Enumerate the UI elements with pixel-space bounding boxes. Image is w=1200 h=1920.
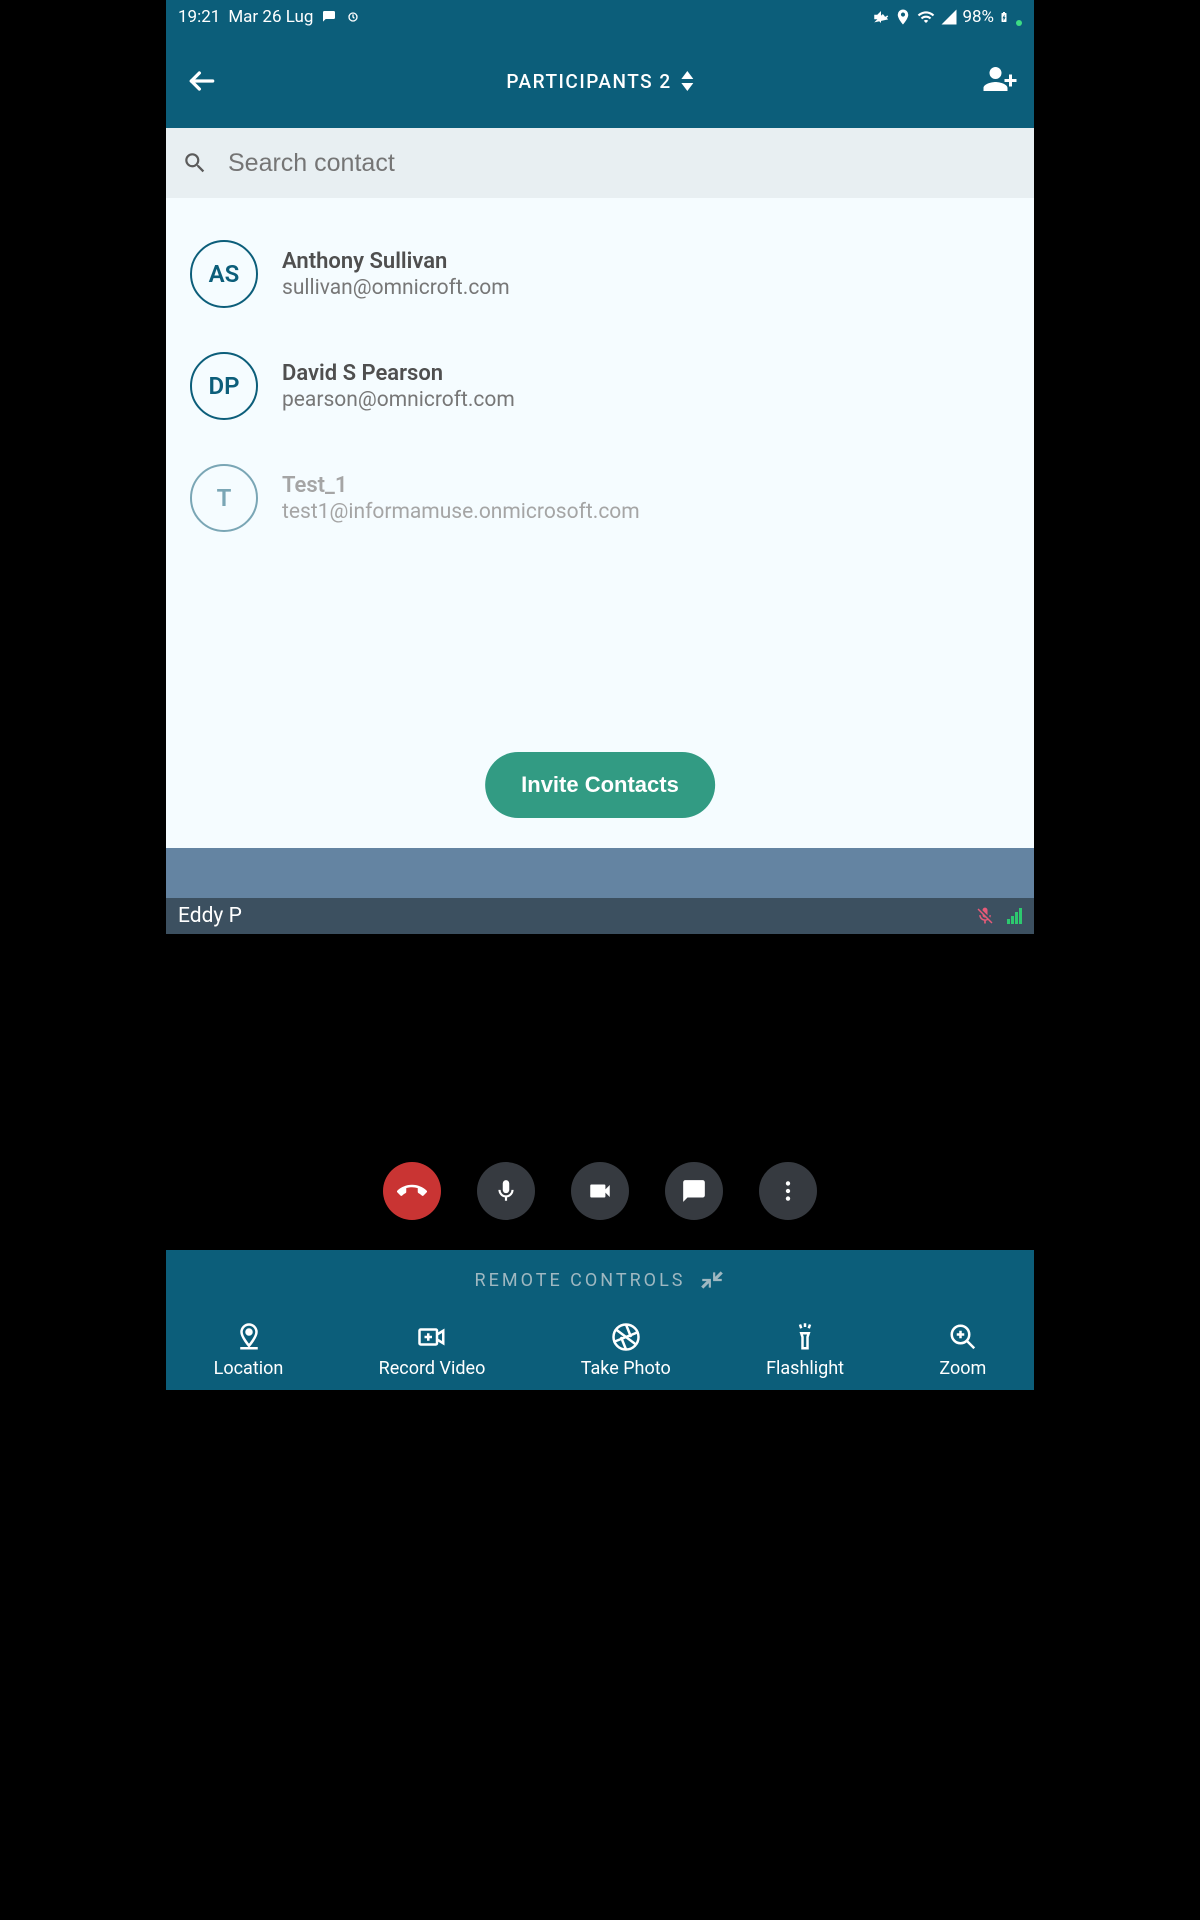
zoom-label: Zoom [939, 1358, 986, 1379]
more-vertical-icon [775, 1178, 801, 1204]
camera-shutter-icon [611, 1322, 641, 1352]
zoom-button[interactable]: Zoom [939, 1322, 986, 1379]
chat-icon [681, 1178, 707, 1204]
contact-name: Anthony Sullivan [282, 249, 510, 274]
participant-name-bar: Eddy P [166, 898, 1034, 934]
signal-strength-icon [1007, 908, 1022, 924]
search-input[interactable] [228, 149, 1018, 178]
recording-dot-icon [1016, 20, 1022, 26]
status-time: 19:21 [178, 7, 220, 27]
video-area: Eddy P [166, 848, 1034, 1250]
contact-email: sullivan@omnicroft.com [282, 276, 510, 300]
chat-button[interactable] [665, 1162, 723, 1220]
cell-signal-icon [940, 8, 958, 26]
phone-hangup-icon [397, 1176, 427, 1206]
chevron-up-icon [682, 71, 694, 79]
contact-row[interactable]: T Test_1test1@informamuse.onmicrosoft.com [166, 442, 1034, 554]
video-button[interactable] [571, 1162, 629, 1220]
mic-muted-icon [975, 906, 995, 926]
page-title[interactable]: PARTICIPANTS 2 [506, 70, 693, 93]
search-icon [182, 150, 208, 176]
avatar: DP [190, 352, 258, 420]
bottom-bar: Location Record Video Take Photo Flashli… [166, 1310, 1034, 1390]
record-video-icon [415, 1322, 449, 1352]
call-controls [383, 1162, 817, 1220]
collapse-icon [699, 1267, 725, 1293]
more-button[interactable] [759, 1162, 817, 1220]
back-button[interactable] [182, 61, 222, 101]
mic-icon [493, 1178, 519, 1204]
participant-name: Eddy P [178, 904, 242, 928]
status-date: Mar 26 Lug [228, 7, 313, 27]
wifi-icon [916, 8, 936, 26]
contact-row[interactable]: AS Anthony Sullivansullivan@omnicroft.com [166, 218, 1034, 330]
avatar: T [190, 464, 258, 532]
add-person-button[interactable] [982, 61, 1018, 101]
location-icon [234, 1322, 264, 1352]
person-add-icon [982, 61, 1018, 97]
contact-email: pearson@omnicroft.com [282, 388, 515, 412]
sync-icon [345, 9, 361, 25]
location-button[interactable]: Location [214, 1322, 284, 1379]
contact-row[interactable]: DP David S Pearsonpearson@omnicroft.com [166, 330, 1034, 442]
save-tray-icon [321, 9, 337, 25]
mute-icon [872, 8, 890, 26]
remote-controls-label: REMOTE CONTROLS [475, 1270, 686, 1291]
remote-controls-toggle[interactable]: REMOTE CONTROLS [166, 1250, 1034, 1310]
battery-percent: 98% [962, 7, 994, 27]
app-bar: PARTICIPANTS 2 [166, 34, 1034, 128]
invite-contacts-button[interactable]: Invite Contacts [485, 752, 715, 818]
video-header-strip [166, 848, 1034, 898]
zoom-in-icon [948, 1322, 978, 1352]
take-photo-button[interactable]: Take Photo [581, 1322, 671, 1379]
contact-name: Test_1 [282, 473, 640, 498]
participants-label: PARTICIPANTS 2 [506, 70, 671, 93]
avatar: AS [190, 240, 258, 308]
search-bar[interactable] [166, 128, 1034, 198]
video-icon [587, 1178, 613, 1204]
location-label: Location [214, 1358, 284, 1379]
flashlight-label: Flashlight [766, 1358, 844, 1379]
flashlight-button[interactable]: Flashlight [766, 1322, 844, 1379]
mic-button[interactable] [477, 1162, 535, 1220]
take-photo-label: Take Photo [581, 1358, 671, 1379]
status-bar: 19:21 Mar 26 Lug 98% [166, 0, 1034, 34]
contacts-list: AS Anthony Sullivansullivan@omnicroft.com… [166, 198, 1034, 848]
hangup-button[interactable] [383, 1162, 441, 1220]
flashlight-icon [790, 1322, 820, 1352]
record-video-label: Record Video [379, 1358, 486, 1379]
battery-charging-icon [998, 8, 1010, 26]
contact-name: David S Pearson [282, 361, 515, 386]
contact-email: test1@informamuse.onmicrosoft.com [282, 500, 640, 524]
record-video-button[interactable]: Record Video [379, 1322, 486, 1379]
location-status-icon [894, 8, 912, 26]
chevron-down-icon [682, 83, 694, 91]
arrow-left-icon [186, 65, 218, 97]
